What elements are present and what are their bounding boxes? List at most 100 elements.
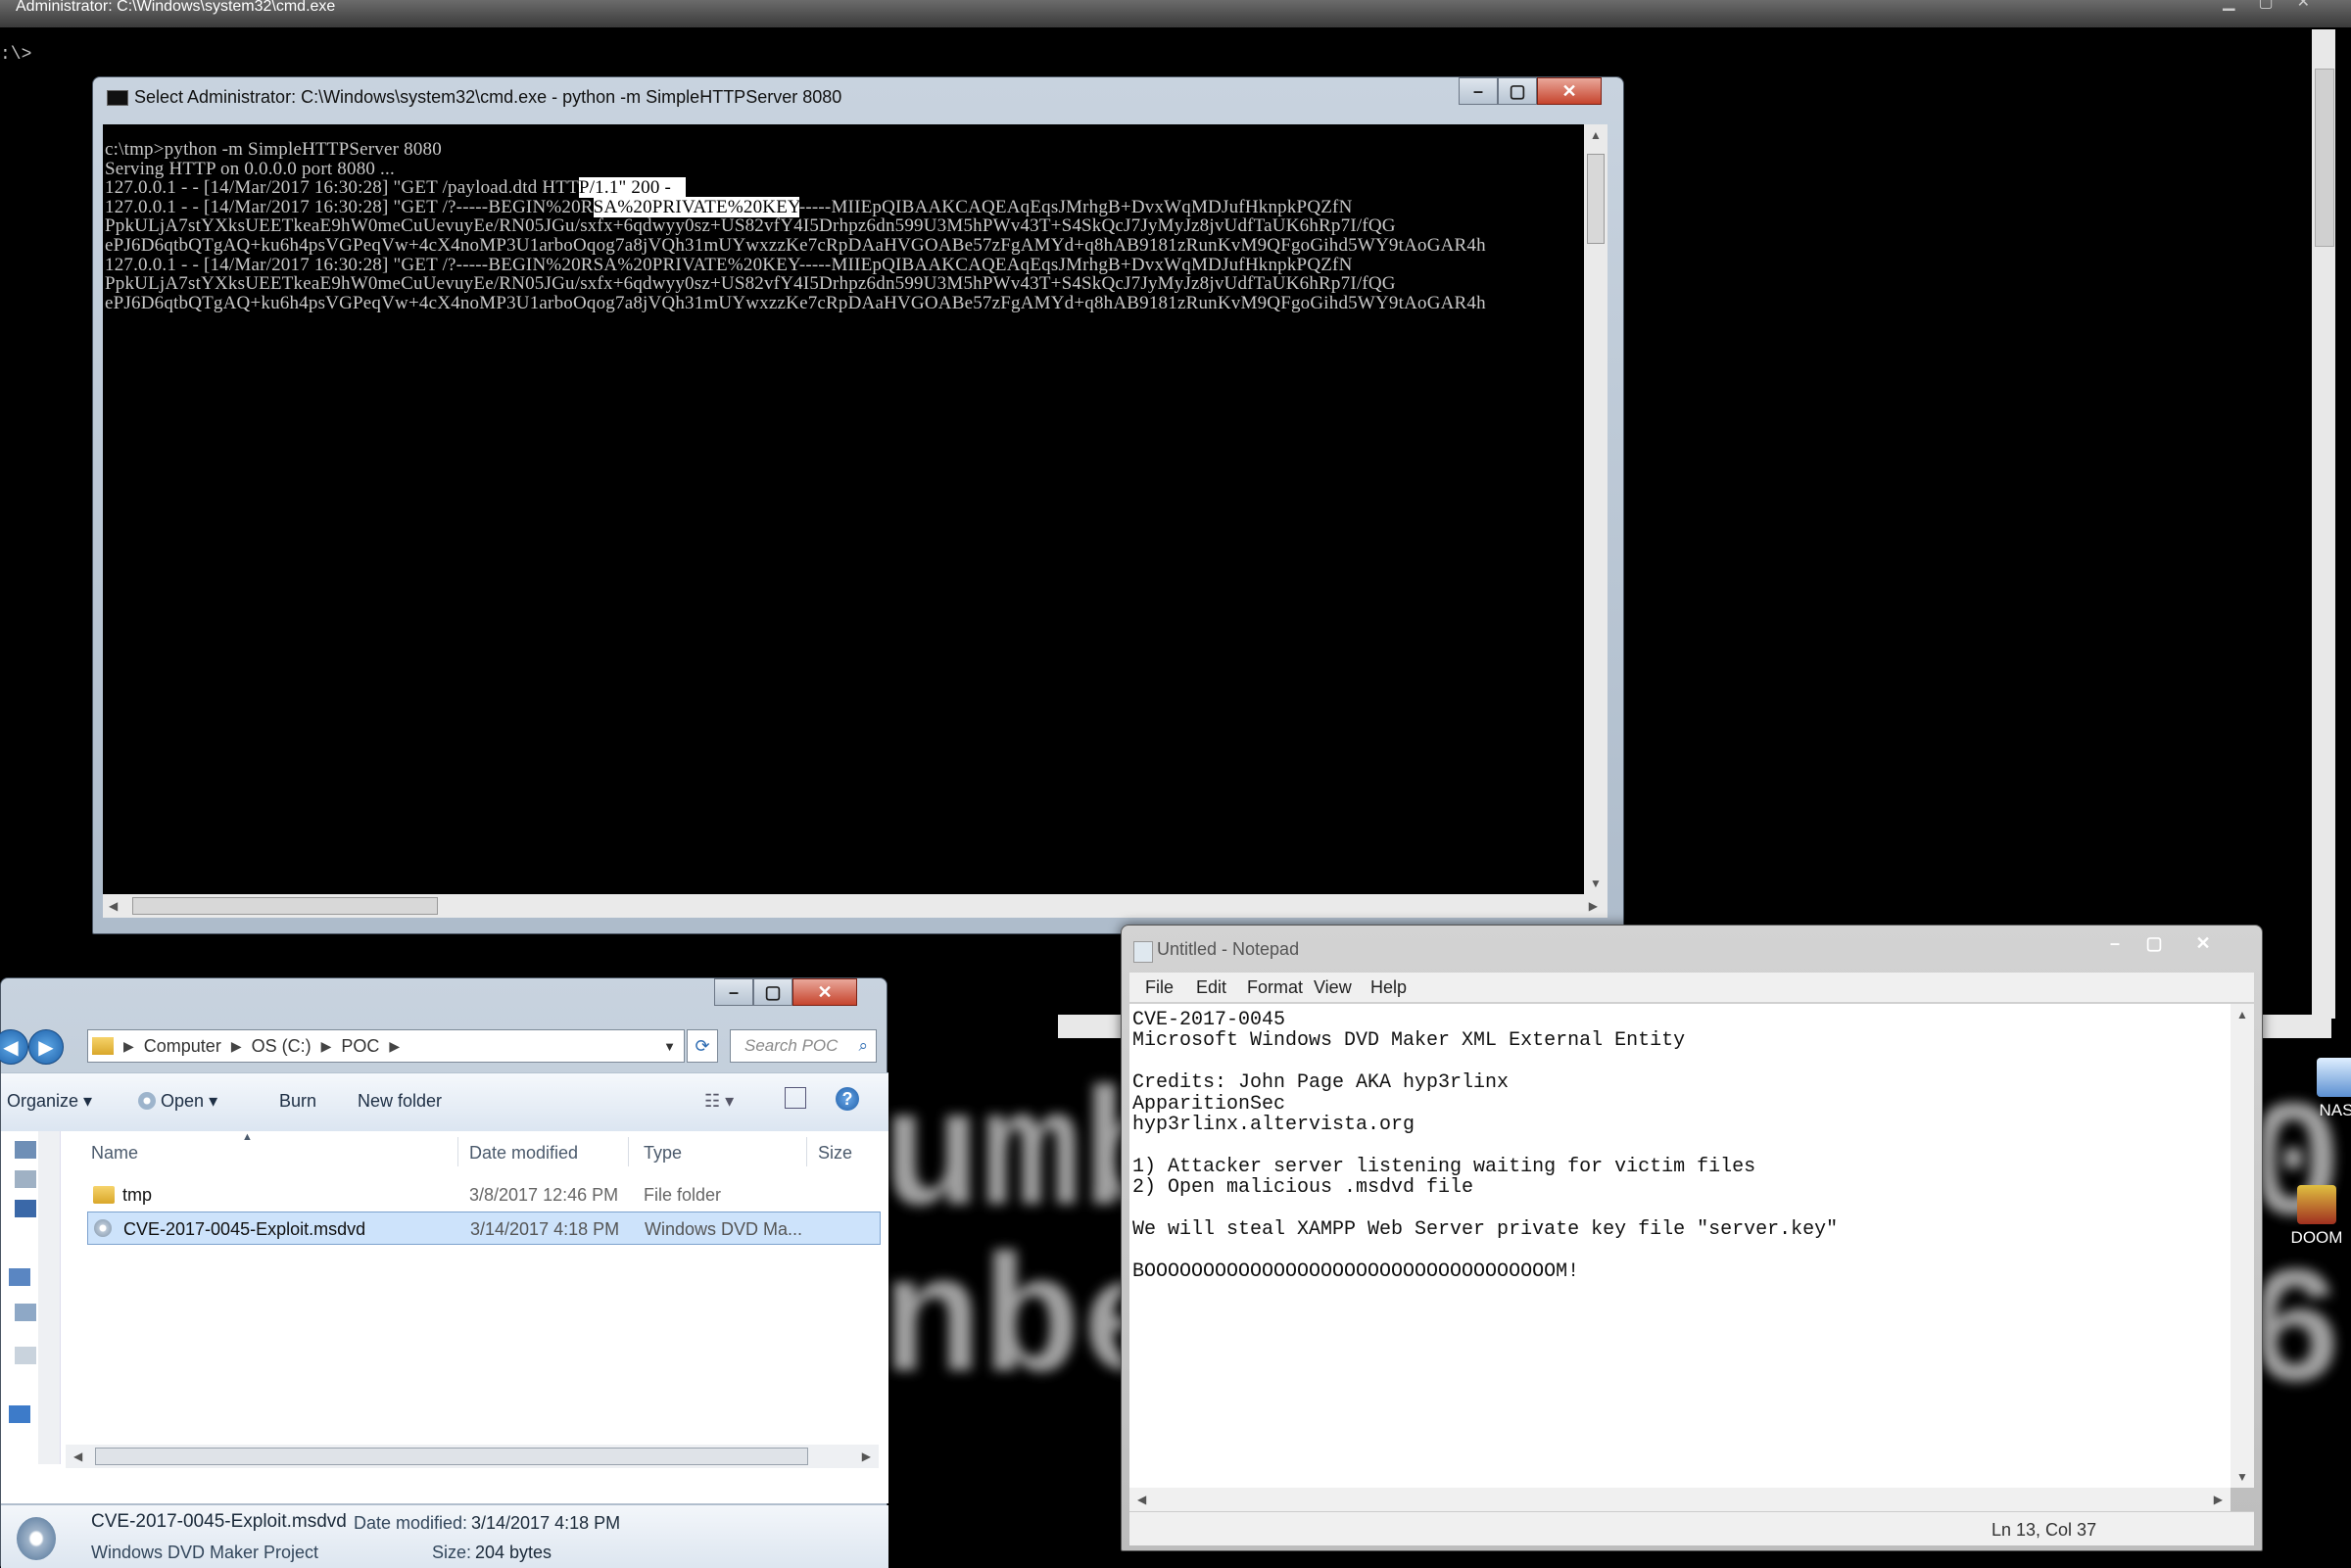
chevron-right-icon[interactable]: ▶ xyxy=(321,1038,332,1055)
chevron-down-icon[interactable]: ▼ xyxy=(663,1039,676,1054)
notepad-window[interactable]: Untitled - Notepad – ▢ ✕ File Edit Forma… xyxy=(1121,925,2263,1551)
explorer-window-controls: – ▢ ✕ xyxy=(714,978,857,1006)
breadcrumb-drive[interactable]: OS (C:) xyxy=(252,1036,312,1057)
forward-arrow-icon[interactable]: ▶ xyxy=(28,1029,64,1065)
scroll-thumb[interactable] xyxy=(132,897,438,915)
console-selection[interactable]: P/1.1" 200 - xyxy=(578,177,686,199)
navigation-pane[interactable] xyxy=(1,1131,61,1464)
help-icon[interactable]: ? xyxy=(836,1087,859,1111)
notepad-menu-bar: File Edit Format View Help xyxy=(1129,973,2254,1002)
desktop-icon-nas[interactable]: NAS xyxy=(2302,1058,2351,1120)
menu-edit[interactable]: Edit xyxy=(1196,977,1226,998)
address-bar[interactable]: ▶ Computer ▶ OS (C:) ▶ POC ▶ ▼ xyxy=(87,1029,685,1063)
notepad-hscrollbar[interactable]: ◀ ▶ xyxy=(1129,1488,2231,1511)
column-date-modified[interactable]: Date modified xyxy=(469,1143,578,1164)
cmd-console-output[interactable]: c:\tmp>python -m SimpleHTTPServer 8080 Se… xyxy=(103,124,1584,894)
chevron-right-icon[interactable]: ▶ xyxy=(389,1038,400,1055)
computer-icon[interactable] xyxy=(9,1268,30,1286)
file-row-tmp[interactable]: tmp 3/8/2017 12:46 PM File folder xyxy=(87,1178,881,1212)
maximize-button[interactable]: ▢ xyxy=(753,978,792,1006)
scroll-left-arrow-icon[interactable]: ◀ xyxy=(73,1449,82,1463)
breadcrumb-poc[interactable]: POC xyxy=(341,1036,379,1057)
scroll-down-arrow-icon[interactable]: ▼ xyxy=(1590,877,1602,890)
scroll-down-arrow-icon[interactable]: ▼ xyxy=(2236,1470,2248,1484)
column-name[interactable]: Name xyxy=(91,1143,138,1164)
background-window-controls[interactable]: ▁▢✕ xyxy=(2223,0,2333,11)
file-row-exploit[interactable]: CVE-2017-0045-Exploit.msdvd 3/14/2017 4:… xyxy=(87,1212,881,1245)
menu-file[interactable]: File xyxy=(1145,977,1174,998)
navigation-vscrollbar[interactable] xyxy=(38,1131,60,1464)
close-button[interactable]: ✕ xyxy=(2174,929,2232,957)
file-type: File folder xyxy=(644,1185,722,1205)
dvd-icon xyxy=(138,1092,156,1110)
breadcrumb-computer[interactable]: Computer xyxy=(144,1036,221,1057)
close-button[interactable]: ✕ xyxy=(792,978,857,1006)
refresh-icon[interactable]: ⟳ xyxy=(687,1029,718,1063)
removable-drive-icon[interactable] xyxy=(15,1347,36,1364)
console-selection[interactable]: SA%20PRIVATE%20KEY xyxy=(593,196,799,217)
scroll-up-arrow-icon[interactable]: ▲ xyxy=(2236,1008,2248,1022)
cmd-vscrollbar[interactable]: ▲ ▼ xyxy=(1584,124,1607,894)
background-console-titlebar[interactable]: Administrator: C:\Windows\system32\cmd.e… xyxy=(0,0,2351,27)
background-console-vscrollbar[interactable] xyxy=(2312,29,2335,1019)
close-button[interactable]: ✕ xyxy=(1537,77,1602,105)
cmd-hscrollbar[interactable]: ◀ ▶ xyxy=(103,894,1607,918)
network-icon[interactable] xyxy=(9,1405,30,1423)
notepad-vscrollbar[interactable]: ▲ ▼ xyxy=(2231,1004,2254,1488)
search-icon[interactable]: ⌕ xyxy=(858,1030,868,1062)
maximize-button[interactable]: ▢ xyxy=(2135,929,2174,957)
scroll-thumb[interactable] xyxy=(1587,154,1605,244)
explorer-window[interactable]: – ▢ ✕ ◀ ▶ ▶ Computer ▶ OS (C:) ▶ POC ▶ ▼… xyxy=(0,977,888,1568)
file-date: 3/8/2017 12:46 PM xyxy=(469,1185,619,1205)
minimize-button[interactable]: – xyxy=(2095,929,2135,957)
details-size-label: Size: xyxy=(432,1543,472,1562)
file-name: tmp xyxy=(122,1185,153,1205)
chevron-right-icon[interactable]: ▶ xyxy=(123,1038,134,1055)
view-options-icon[interactable]: ☷ ▾ xyxy=(704,1091,734,1112)
organize-button[interactable]: Organize ▾ xyxy=(7,1091,92,1112)
explorer-toolbar: Organize ▾ Open ▾ Burn New folder ☷ ▾ ? xyxy=(1,1072,888,1133)
scroll-right-arrow-icon[interactable]: ▶ xyxy=(862,1449,871,1463)
new-folder-button[interactable]: New folder xyxy=(358,1091,442,1112)
libraries-icon[interactable] xyxy=(15,1170,36,1188)
scroll-left-arrow-icon[interactable]: ◀ xyxy=(109,899,118,913)
scroll-thumb[interactable] xyxy=(95,1448,808,1465)
menu-format[interactable]: Format xyxy=(1247,977,1303,998)
search-input[interactable]: Search POC ⌕ xyxy=(730,1029,877,1063)
scroll-thumb[interactable] xyxy=(2315,69,2334,247)
burn-button[interactable]: Burn xyxy=(279,1091,316,1112)
back-arrow-icon[interactable]: ◀ xyxy=(0,1029,28,1065)
details-kind: Windows DVD Maker Project xyxy=(91,1543,319,1562)
chevron-right-icon[interactable]: ▶ xyxy=(231,1038,242,1055)
file-list-hscrollbar[interactable]: ◀ ▶ xyxy=(66,1445,879,1468)
preview-pane-icon[interactable] xyxy=(785,1087,806,1109)
column-divider[interactable] xyxy=(457,1137,458,1166)
scroll-up-arrow-icon[interactable]: ▲ xyxy=(1590,128,1602,142)
open-button[interactable]: Open ▾ xyxy=(138,1091,217,1112)
file-date: 3/14/2017 4:18 PM xyxy=(470,1219,620,1239)
menu-help[interactable]: Help xyxy=(1370,977,1407,998)
menu-view[interactable]: View xyxy=(1314,977,1352,998)
homegroup-icon[interactable] xyxy=(15,1200,36,1217)
background-console-title: Administrator: C:\Windows\system32\cmd.e… xyxy=(16,0,336,15)
scroll-right-arrow-icon[interactable]: ▶ xyxy=(2214,1493,2223,1506)
console-line: PpkULjA7stYXksUEETkeaE9hW0meCuUevuyEe/RN… xyxy=(105,274,1584,294)
scroll-left-arrow-icon[interactable]: ◀ xyxy=(1137,1493,1146,1506)
notepad-text-area[interactable]: CVE-2017-0045 Microsoft Windows DVD Make… xyxy=(1129,1004,2231,1488)
drive-icon[interactable] xyxy=(15,1304,36,1321)
column-divider[interactable] xyxy=(628,1137,629,1166)
sort-up-icon: ▲ xyxy=(242,1131,253,1143)
column-divider[interactable] xyxy=(806,1137,807,1166)
maximize-button[interactable]: ▢ xyxy=(1498,77,1537,105)
desktop-icon-doom[interactable]: DOOM xyxy=(2282,1185,2351,1248)
minimize-button[interactable]: – xyxy=(714,978,753,1006)
cmd-window[interactable]: Select Administrator: C:\Windows\system3… xyxy=(92,76,1624,934)
scroll-right-arrow-icon[interactable]: ▶ xyxy=(1589,899,1598,913)
favorites-icon[interactable] xyxy=(15,1141,36,1159)
details-date-label: Date modified: xyxy=(354,1513,468,1533)
minimize-button[interactable]: – xyxy=(1459,77,1498,105)
folder-icon xyxy=(92,1037,114,1055)
console-line: 127.0.0.1 - - [14/Mar/2017 16:30:28] "GE… xyxy=(105,177,1584,199)
column-type[interactable]: Type xyxy=(644,1143,682,1164)
column-size[interactable]: Size xyxy=(818,1143,852,1164)
